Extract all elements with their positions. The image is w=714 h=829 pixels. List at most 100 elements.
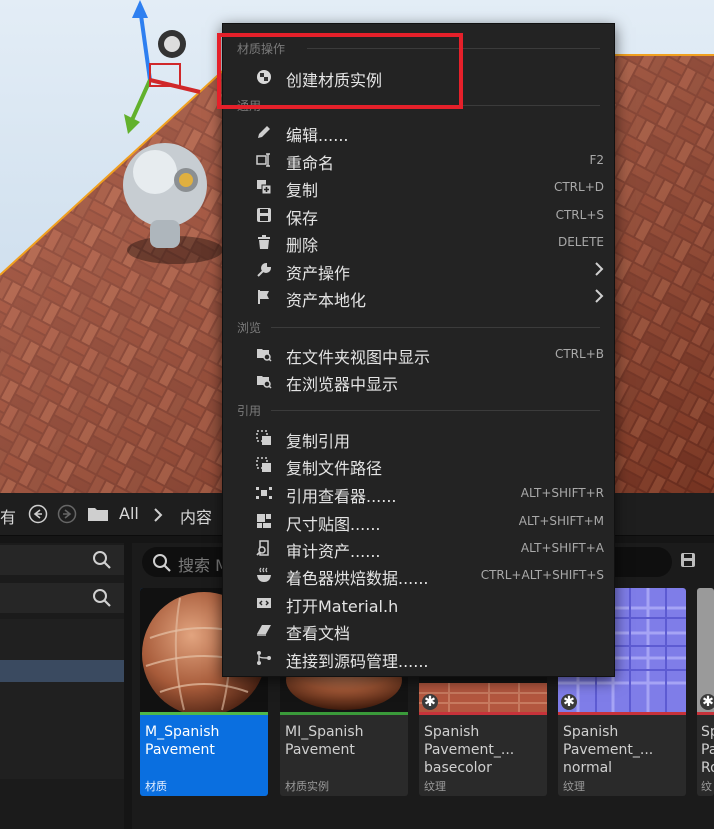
asset-type: 材质 (145, 780, 167, 793)
menu-item-label: 连接到源码管理...... (286, 652, 429, 671)
folder-search-icon (257, 376, 272, 389)
menu-item-label: 复制文件路径 (286, 459, 383, 478)
asset-name: Spanish Pavement_... normal (563, 724, 654, 776)
paths-search-row[interactable] (0, 583, 124, 613)
menu-item-open-material-h[interactable]: 打开Material.h (223, 590, 614, 616)
asset-name: Spanish Pavement_... basecolor (424, 724, 515, 776)
menu-item-shader-cook-stats[interactable]: 着色器烘焙数据...... CTRL+ALT+SHIFT+S (223, 562, 614, 588)
save-search-icon[interactable] (680, 552, 696, 568)
menu-item-connect-source-control[interactable]: 连接到源码管理...... (223, 645, 614, 671)
breadcrumb-all[interactable]: All (119, 504, 139, 523)
menu-item-asset-localization[interactable]: 资产本地化 (223, 284, 614, 310)
shortcut-text: ALT+SHIFT+M (518, 514, 604, 528)
texture-star-icon: ✱ (700, 694, 714, 710)
sources-panel (0, 543, 124, 829)
menu-item-label: 引用查看器...... (286, 487, 397, 506)
menu-item-label: 查看文档 (286, 624, 351, 643)
menu-item-copy-reference[interactable]: 复制引用 (223, 425, 614, 451)
menu-item-label: 重命名 (286, 154, 335, 173)
asset-type: 纹理 (563, 780, 585, 793)
menu-item-size-map[interactable]: 尺寸贴图...... ALT+SHIFT+M (223, 508, 614, 534)
asset-type-bar (419, 712, 547, 715)
breadcrumb-content[interactable]: 内容 (180, 504, 212, 528)
texture-star-icon: ✱ (561, 694, 577, 710)
toolbar-text: 有 (0, 508, 17, 527)
search-icon[interactable] (92, 550, 112, 570)
menu-item-label: 在浏览器中显示 (286, 375, 399, 394)
folder-search-icon (257, 349, 272, 362)
highlight-box (217, 33, 463, 109)
shortcut-text: DELETE (557, 235, 604, 249)
menu-item-show-in-browser[interactable]: 在浏览器中显示 (223, 368, 614, 394)
menu-item-rename[interactable]: 重命名 F2 (223, 147, 614, 173)
shortcut-text: CTRL+B (554, 347, 604, 361)
shortcut-text: CTRL+ALT+SHIFT+S (480, 568, 604, 582)
asset-name: M_Spanish Pavement (145, 724, 220, 758)
shortcut-text: CTRL+S (555, 208, 604, 222)
menu-item-label: 复制 (286, 181, 319, 200)
section-reference: 引用 (237, 404, 262, 418)
asset-type-bar (280, 712, 408, 715)
menu-item-label: 在文件夹视图中显示 (286, 348, 431, 367)
menu-item-delete[interactable]: 删除 DELETE (223, 229, 614, 255)
asset-tile-partial[interactable]: ✱ Sp Pa Ro 纹 (697, 588, 714, 796)
code-file-icon (257, 598, 271, 608)
asset-name: MI_Spanish Pavement (285, 724, 364, 758)
search-icon[interactable] (92, 588, 112, 608)
menu-item-label: 复制引用 (286, 432, 351, 451)
search-icon (153, 554, 171, 572)
docs-icon (257, 625, 271, 636)
sources-search-row[interactable] (0, 545, 124, 575)
menu-item-label: 保存 (286, 209, 319, 228)
menu-item-duplicate[interactable]: 复制 CTRL+D (223, 174, 614, 200)
wrench-icon (257, 262, 272, 277)
menu-item-reference-viewer[interactable]: 引用查看器...... ALT+SHIFT+R (223, 480, 614, 506)
asset-context-menu: 材质操作 创建材质实例 通用 编辑...... 重命名 F2 复制 CTRL+D… (222, 23, 615, 677)
asset-type: 纹理 (424, 780, 446, 793)
menu-item-label: 审计资产...... (286, 542, 381, 561)
trash-icon (258, 235, 270, 249)
texture-star-icon: ✱ (422, 694, 438, 710)
menu-item-edit[interactable]: 编辑...... (223, 119, 614, 145)
save-icon (257, 208, 271, 222)
menu-item-label: 尺寸贴图...... (286, 515, 381, 534)
flag-icon (258, 290, 269, 304)
menu-item-label: 着色器烘焙数据...... (286, 569, 429, 588)
divider (271, 327, 600, 328)
shader-icon (257, 567, 271, 582)
chevron-right-icon (154, 508, 163, 522)
shortcut-text: F2 (589, 153, 604, 167)
source-control-icon (257, 651, 271, 665)
shortcut-text: ALT+SHIFT+R (520, 486, 604, 500)
menu-item-label: 编辑...... (286, 126, 349, 145)
menu-item-save[interactable]: 保存 CTRL+S (223, 202, 614, 228)
duplicate-icon (257, 180, 272, 195)
menu-item-copy-file-path[interactable]: 复制文件路径 (223, 452, 614, 478)
shortcut-text: CTRL+D (553, 180, 604, 194)
menu-item-audit-assets[interactable]: 审计资产...... ALT+SHIFT+A (223, 535, 614, 561)
asset-name: Sp Pa Ro (701, 724, 714, 776)
rename-icon (256, 153, 270, 167)
menu-item-label: 打开Material.h (286, 597, 399, 616)
menu-item-label: 资产操作 (286, 264, 351, 283)
submenu-chevron-icon (595, 262, 604, 276)
back-arrow-icon[interactable] (28, 504, 48, 524)
shortcut-text: ALT+SHIFT+A (520, 541, 604, 555)
menu-item-asset-actions[interactable]: 资产操作 (223, 257, 614, 283)
menu-item-view-documentation[interactable]: 查看文档 (223, 617, 614, 643)
reference-viewer-icon (256, 487, 272, 499)
copy-reference-icon (256, 430, 271, 445)
pencil-icon (258, 126, 270, 138)
menu-item-show-in-folder-view[interactable]: 在文件夹视图中显示 CTRL+B (223, 341, 614, 367)
menu-item-label: 删除 (286, 236, 319, 255)
folder-tree (0, 619, 124, 779)
section-browse: 浏览 (237, 321, 262, 335)
asset-type-bar (697, 712, 714, 715)
folder-tree-selected[interactable] (0, 660, 124, 682)
audit-icon (256, 540, 269, 556)
size-map-icon (257, 514, 271, 528)
asset-type-bar (558, 712, 686, 715)
forward-arrow-icon[interactable] (57, 504, 77, 524)
divider (271, 410, 600, 411)
menu-item-label: 资产本地化 (286, 291, 367, 310)
